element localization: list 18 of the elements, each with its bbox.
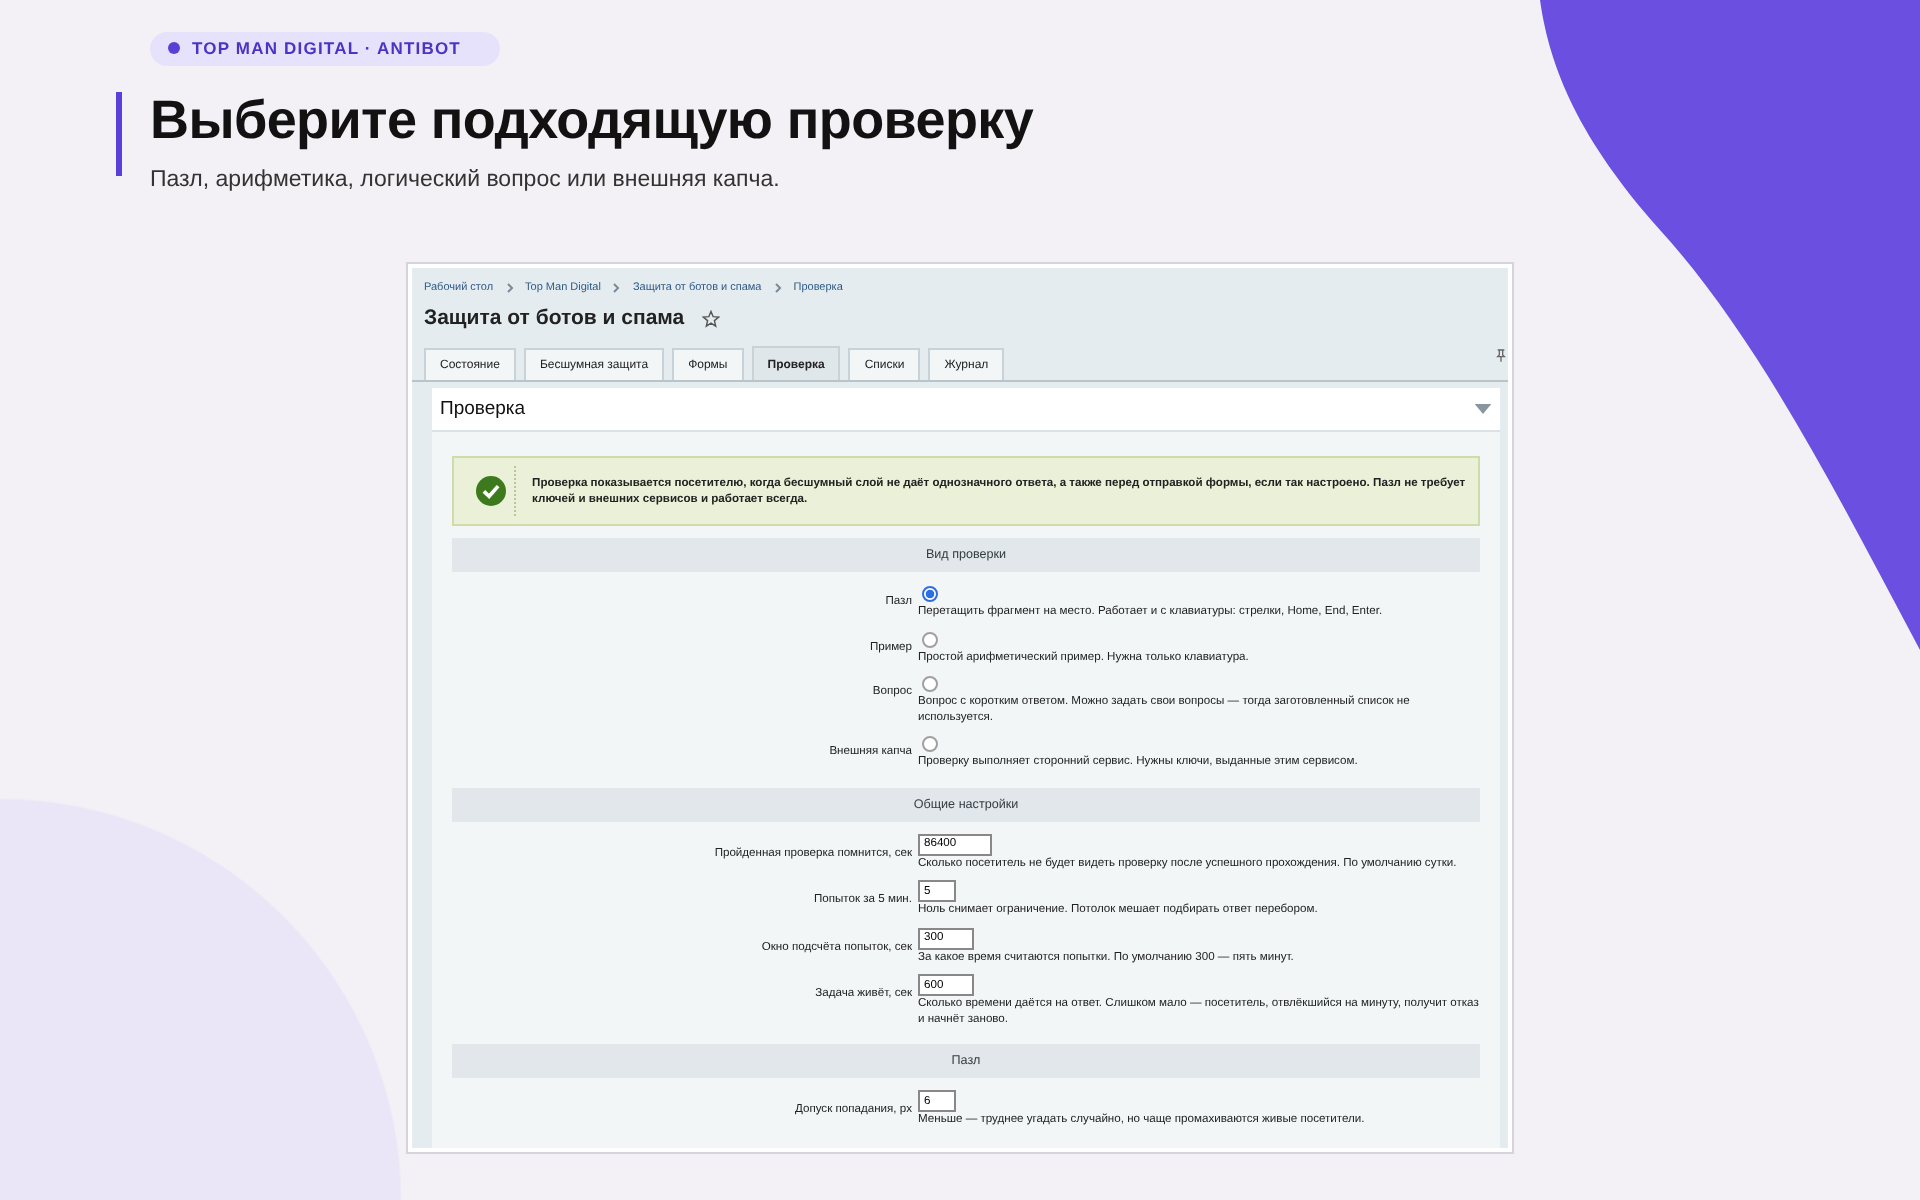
- pin-icon[interactable]: [1496, 348, 1506, 362]
- accent-bar: [116, 92, 122, 176]
- caret-icon[interactable]: [1474, 404, 1492, 414]
- radio-button[interactable]: [922, 736, 938, 752]
- radio-button[interactable]: [922, 586, 938, 602]
- dot-icon: [168, 42, 180, 54]
- chevron-icon: [505, 282, 514, 294]
- star-icon[interactable]: [702, 309, 721, 327]
- radio-button[interactable]: [922, 676, 938, 692]
- page-heading: Выберите подходящую проверку: [150, 88, 1034, 152]
- admin-page-title: Защита от ботов и спама: [424, 306, 685, 330]
- check-circle-icon: [475, 476, 506, 506]
- chevron-icon: [773, 282, 782, 294]
- header-badge: TOP MAN DIGITAL · ANTIBOT: [150, 32, 501, 66]
- radio-button[interactable]: [922, 631, 938, 647]
- chevron-icon: [612, 282, 621, 294]
- section-title: Проверка: [440, 398, 526, 420]
- page-subtitle: Пазл, арифметика, логический вопрос или внешняя капча.: [150, 168, 782, 192]
